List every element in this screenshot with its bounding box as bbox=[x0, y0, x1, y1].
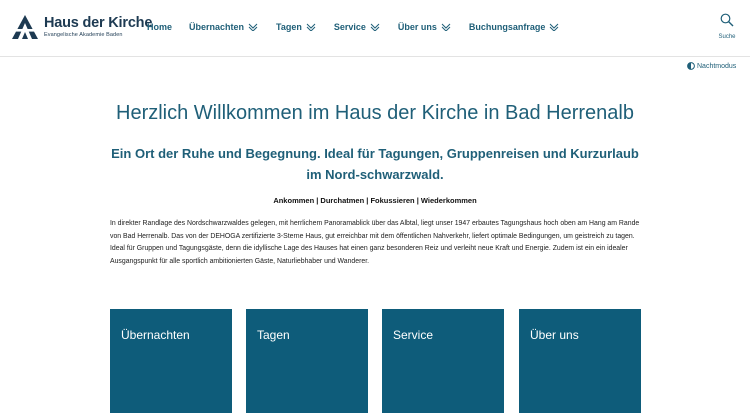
search-icon bbox=[720, 13, 734, 27]
intro-text: In direkter Randlage des Nordschwarzwald… bbox=[110, 220, 640, 265]
nav-home[interactable]: Home bbox=[147, 22, 172, 32]
tile-ueber-uns[interactable]: Über uns bbox=[519, 309, 641, 413]
half-moon-icon bbox=[687, 62, 695, 70]
site-logo[interactable]: Haus der Kirche Evangelische Akademie Ba… bbox=[12, 15, 152, 39]
logo-name: Haus der Kirche bbox=[44, 15, 153, 31]
search-button[interactable]: Suche bbox=[714, 13, 740, 40]
nav-ueber-uns-label: Über uns bbox=[397, 22, 437, 32]
nav-tagen-label: Tagen bbox=[276, 22, 302, 32]
page-subtitle: Ein Ort der Ruhe und Begegnung. Ideal fü… bbox=[111, 146, 639, 182]
tile-service[interactable]: Service bbox=[382, 309, 504, 413]
nav-service-label: Service bbox=[333, 22, 366, 32]
tile-label: Tagen bbox=[257, 328, 290, 342]
logo-text: Haus der Kirche Evangelische Akademie Ba… bbox=[44, 16, 152, 38]
nav-buchungsanfrage-label: Buchungsanfrage bbox=[468, 22, 546, 32]
chevron-down-icon bbox=[441, 23, 451, 31]
nav-ueber-uns[interactable]: Über uns bbox=[398, 22, 451, 32]
tile-label: Übernachten bbox=[121, 328, 190, 342]
chevron-down-icon bbox=[550, 23, 559, 31]
tagline: Ankommen | Durchatmen | Fokussieren | Wi… bbox=[273, 196, 477, 205]
main-nav: Home Übernachten Tagen Service Über uns … bbox=[147, 22, 559, 32]
night-mode-toggle[interactable]: Nachtmodus bbox=[687, 62, 736, 70]
nav-tagen[interactable]: Tagen bbox=[276, 22, 316, 32]
chevron-down-icon bbox=[370, 23, 380, 31]
nav-uebernachten[interactable]: Übernachten bbox=[189, 22, 258, 32]
search-label: Suche bbox=[718, 34, 736, 40]
page-title: Herzlich Willkommen im Haus der Kirche i… bbox=[116, 102, 634, 124]
nav-service[interactable]: Service bbox=[334, 22, 380, 32]
tile-label: Service bbox=[393, 328, 434, 342]
nav-uebernachten-label: Übernachten bbox=[189, 22, 245, 32]
site-header: Haus der Kirche Evangelische Akademie Ba… bbox=[0, 0, 750, 57]
tile-label: Über uns bbox=[530, 328, 579, 342]
tile-tagen[interactable]: Tagen bbox=[246, 309, 368, 413]
nav-buchungsanfrage[interactable]: Buchungsanfrage bbox=[469, 22, 560, 32]
logo-icon bbox=[12, 15, 38, 39]
tile-uebernachten[interactable]: Übernachten bbox=[110, 309, 232, 413]
logo-subtitle: Evangelische Akademie Baden bbox=[44, 31, 123, 38]
night-mode-label: Nachtmodus bbox=[697, 62, 737, 70]
chevron-down-icon bbox=[248, 23, 258, 31]
chevron-down-icon bbox=[306, 23, 316, 31]
